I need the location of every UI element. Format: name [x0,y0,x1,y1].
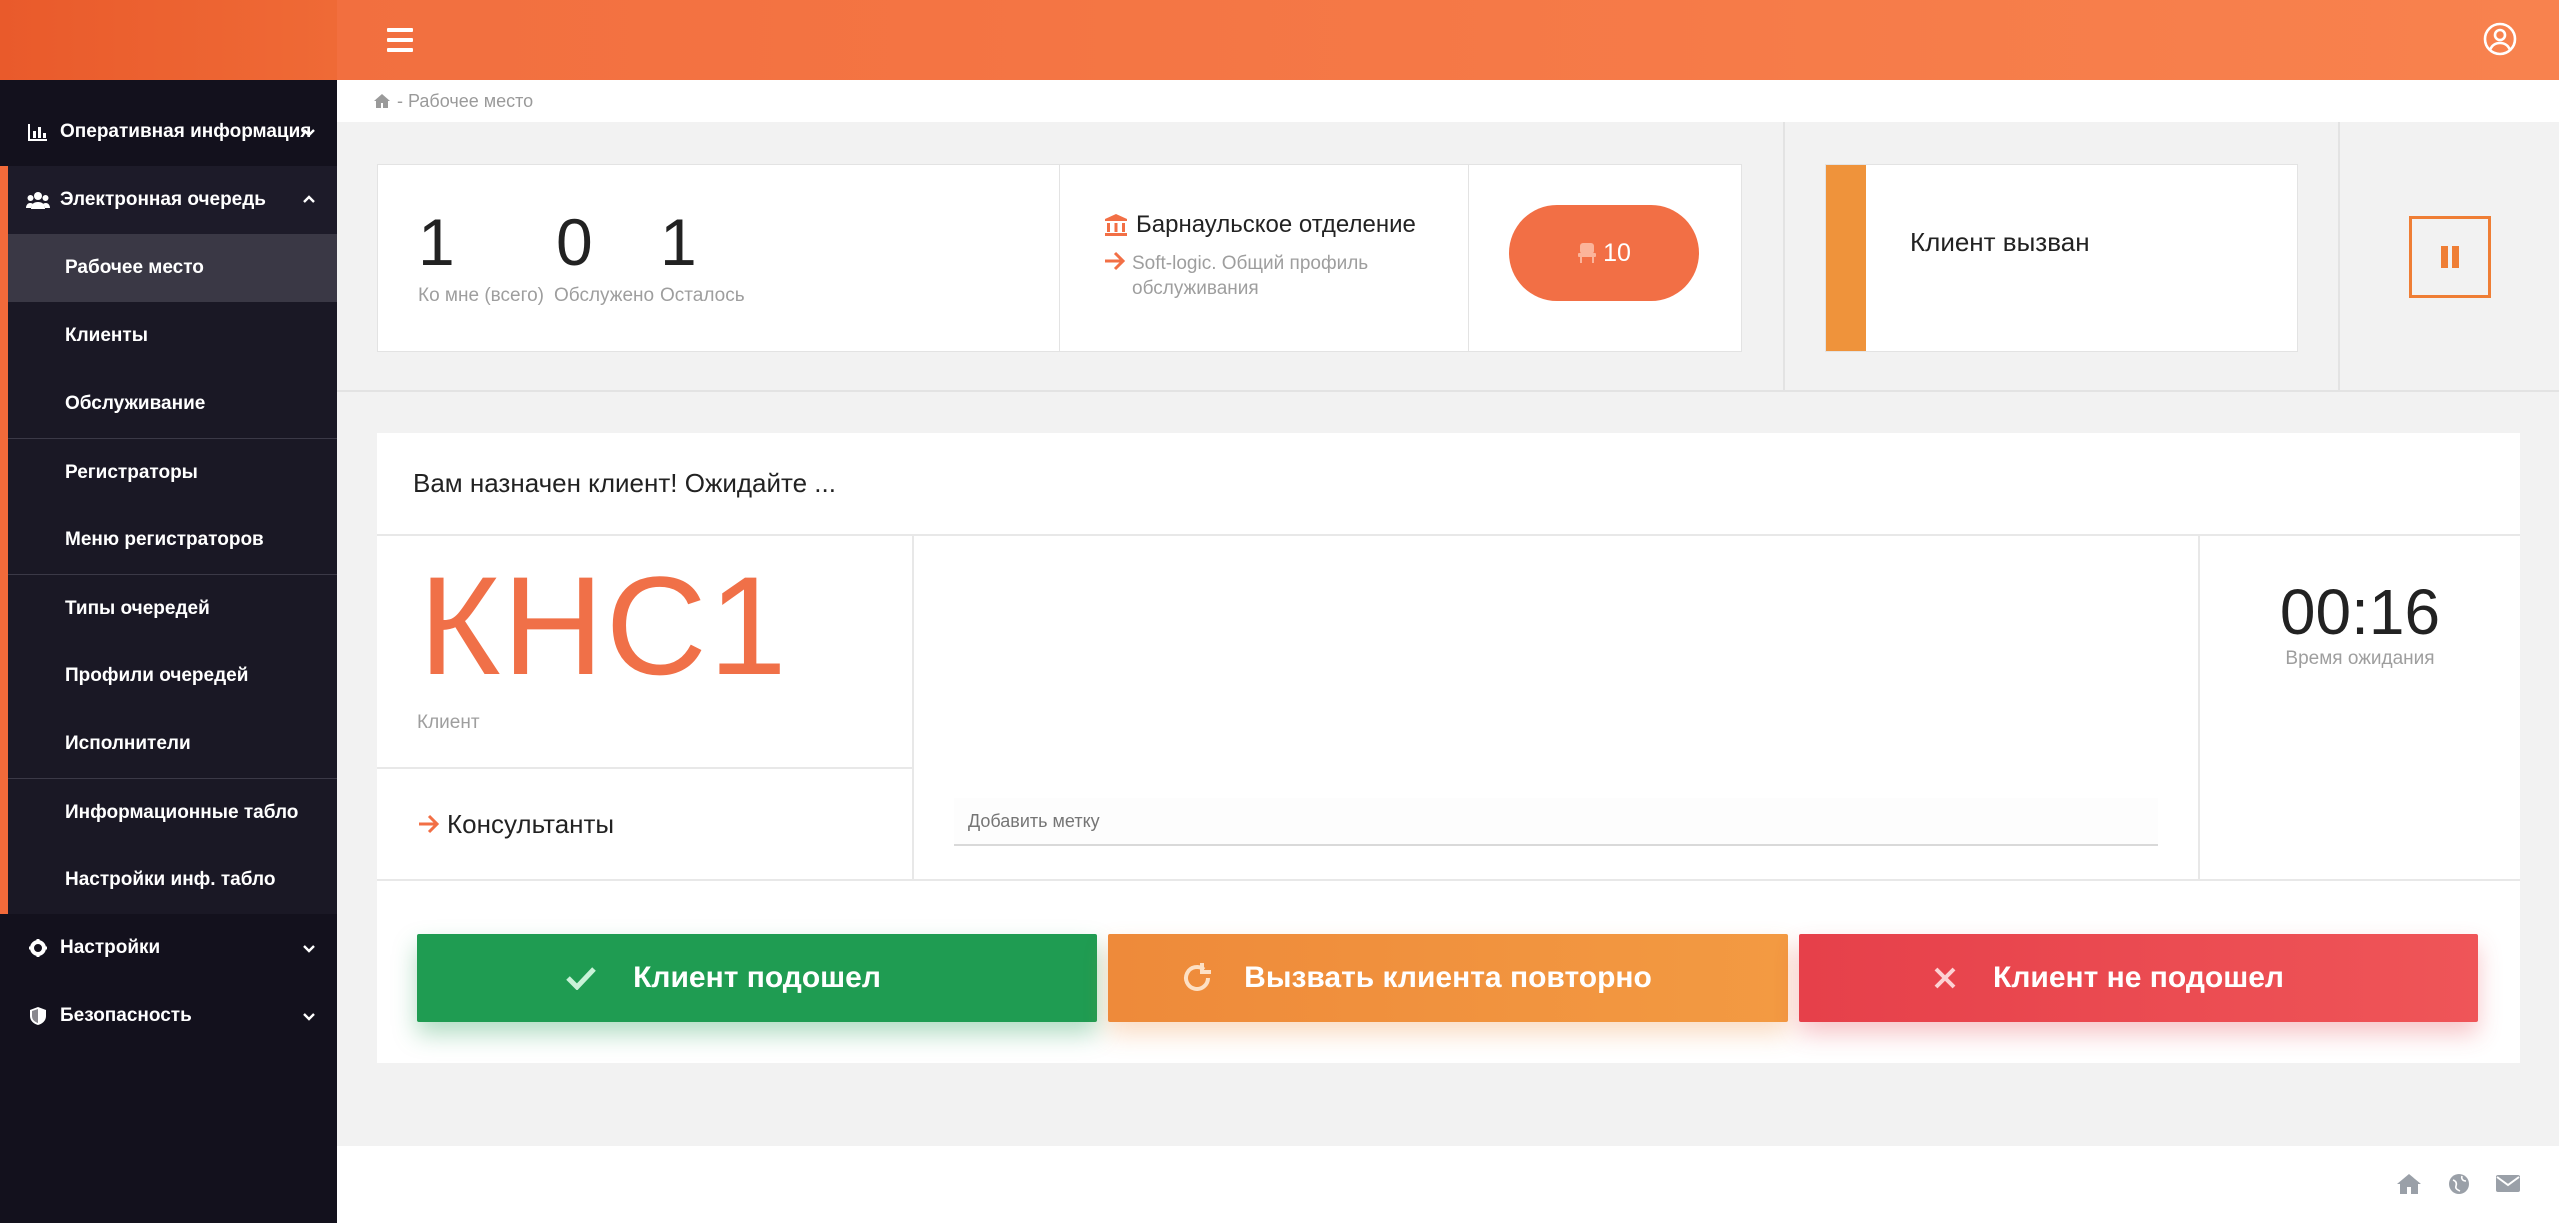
workplace-number-button[interactable]: 10 [1509,205,1699,301]
mail-icon[interactable] [2495,1172,2521,1194]
chevron-down-icon [303,1013,315,1021]
stat-value: 0 [556,205,593,279]
globe-icon[interactable] [2447,1172,2471,1196]
breadcrumb: - Рабочее место [337,80,2559,122]
client-no-show-button[interactable]: Клиент не подошел [1799,934,2478,1022]
chevron-down-icon [303,129,315,137]
users-icon [26,188,50,212]
status-column: Клиент вызван [1783,122,2340,390]
divider [377,879,2520,881]
status-indicator [1826,165,1866,351]
stat-label: Ко мне (всего) [418,285,544,306]
stat-served: 0 Обслужено [554,209,654,307]
bank-icon [1105,214,1127,236]
home-icon[interactable] [2395,1172,2423,1196]
client-ticket-block: КНС1 Клиент [377,536,914,769]
wait-timer: 00:16 Время ожидания [2198,536,2520,879]
client-card: Вам назначен клиент! Ожидайте ... КНС1 К… [377,433,2520,1063]
ticket-label: Клиент [417,712,480,733]
sidebar: Оперативная информация Электронная очере… [0,0,337,1223]
sidebar-item-workplace[interactable]: Рабочее место [8,234,337,302]
sidebar-item-registrator-menu[interactable]: Меню регистраторов [8,506,337,574]
user-circle-icon[interactable] [2483,22,2517,56]
pause-button[interactable] [2409,216,2491,298]
workplace-summary: 1 Ко мне (всего) 0 Обслужено 1 Осталось … [337,122,2559,392]
stat-total: 1 Ко мне (всего) [418,209,544,307]
menu-icon[interactable] [387,28,413,52]
sidebar-item-label: Электронная очередь [60,189,266,210]
sidebar-submenu: Рабочее место Клиенты Обслуживание Регис… [0,234,337,914]
chair-icon [1578,243,1597,263]
stat-remaining: 1 Осталось [660,209,745,307]
client-card-header: Вам назначен клиент! Ожидайте ... [377,433,2520,536]
sidebar-item-info-boards[interactable]: Информационные табло [8,778,337,846]
topbar [337,0,2559,80]
status-text: Клиент вызван [1910,227,2090,257]
refresh-icon [1184,963,1211,991]
logo-area [0,0,337,80]
client-details [914,536,2198,879]
sidebar-item-operative-info[interactable]: Оперативная информация [0,98,337,166]
stats-card: 1 Ко мне (всего) 0 Обслужено 1 Осталось … [377,164,1742,352]
wait-timer-label: Время ожидания [2285,648,2435,669]
breadcrumb-current: - Рабочее место [397,90,534,111]
check-icon [566,967,596,990]
sidebar-item-queue-profiles[interactable]: Профили очередей [8,642,337,710]
sidebar-item-service[interactable]: Обслуживание [8,370,337,438]
pause-icon [2441,246,2448,268]
wait-timer-value: 00:16 [2279,576,2441,648]
stat-value: 1 [660,205,697,279]
sidebar-item-registrators[interactable]: Регистраторы [8,438,337,506]
button-label: Клиент не подошел [1993,961,2284,994]
pause-icon [2452,246,2459,268]
sidebar-item-executors[interactable]: Исполнители [8,710,337,778]
stat-label: Осталось [660,285,745,306]
sidebar-item-security[interactable]: Безопасность [0,982,337,1050]
sidebar-item-label: Настройки [60,937,161,958]
consultants-link[interactable]: Консультанты [377,769,914,879]
stat-label: Обслужено [554,285,655,306]
button-label: Клиент подошел [633,961,881,994]
button-label: Вызвать клиента повторно [1244,961,1652,994]
sidebar-item-clients[interactable]: Клиенты [8,302,337,370]
divider [1468,165,1469,351]
queue-profile: Soft-logic. Общий профиль обслуживания [1132,253,1369,299]
sidebar-item-label: Оперативная информация [60,121,312,142]
ticket-number: КНС1 [419,547,789,704]
arrow-right-icon [1105,251,1126,271]
close-icon [1934,967,1956,989]
consultants-label: Консультанты [447,808,615,839]
chevron-down-icon [303,945,315,953]
status-card: Клиент вызван [1825,164,2298,352]
stat-value: 1 [418,205,455,279]
shield-icon [26,1004,50,1028]
chart-icon [26,120,50,144]
branch-title: Барнаульское отделение [1136,211,1416,238]
sidebar-item-queue-types[interactable]: Типы очередей [8,574,337,642]
home-icon[interactable] [373,93,391,109]
sidebar-nav: Оперативная информация Электронная очере… [0,80,337,1050]
sidebar-item-electronic-queue[interactable]: Электронная очередь [0,166,337,234]
sidebar-item-settings[interactable]: Настройки [0,914,337,982]
divider [1059,165,1060,351]
arrow-right-icon [419,814,440,834]
chevron-up-icon [303,195,315,203]
footer [337,1146,2559,1223]
sidebar-item-info-board-settings[interactable]: Настройки инф. табло [8,846,337,914]
branch-info: Барнаульское отделение Soft-logic. Общий… [1104,211,1416,301]
add-tag-input[interactable] [954,798,2158,846]
gear-icon [26,936,50,960]
call-again-button[interactable]: Вызвать клиента повторно [1108,934,1788,1022]
sidebar-item-label: Безопасность [60,1005,192,1026]
client-arrived-button[interactable]: Клиент подошел [417,934,1097,1022]
workplace-number: 10 [1603,238,1631,267]
